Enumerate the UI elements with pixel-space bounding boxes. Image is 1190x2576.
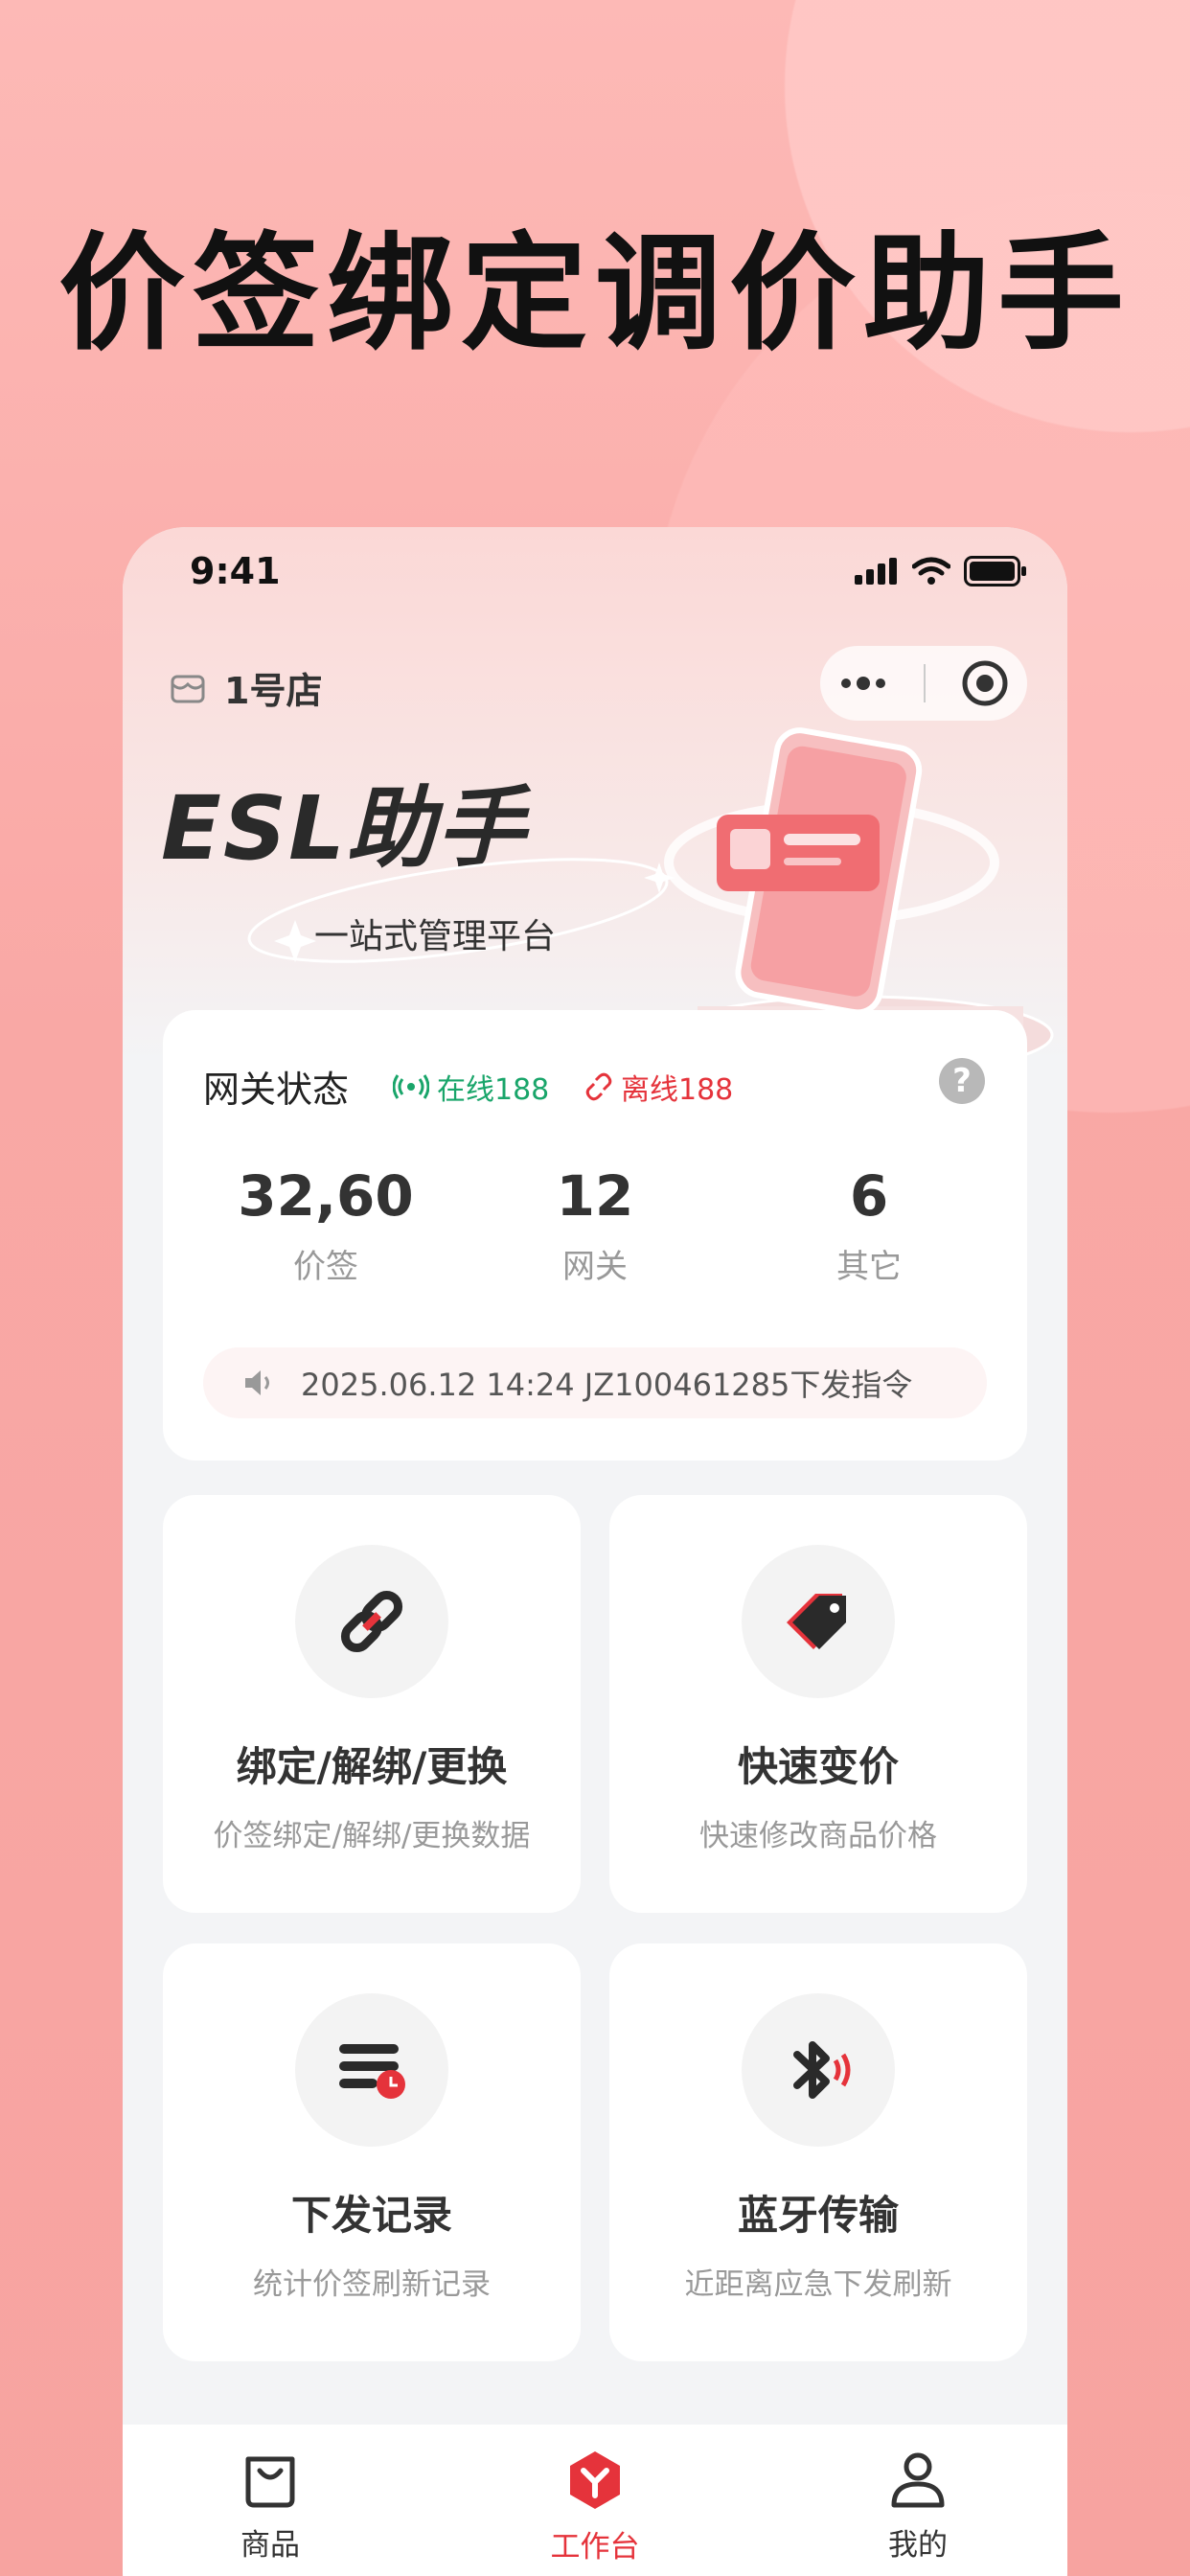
gateway-online[interactable]: 在线188 bbox=[393, 1066, 549, 1108]
stat-value: 12 bbox=[556, 1163, 634, 1229]
tab-mine[interactable]: 我的 bbox=[822, 2450, 1014, 2564]
fn-desc: 近距离应急下发刷新 bbox=[684, 2267, 952, 2302]
fn-desc: 统计价签刷新记录 bbox=[253, 2267, 491, 2302]
fn-desc: 快速修改商品价格 bbox=[699, 1819, 937, 1853]
fn-title: 下发记录 bbox=[290, 2192, 452, 2239]
store-selector[interactable]: 1号店 bbox=[169, 661, 322, 714]
shopping-bag-icon bbox=[245, 2456, 295, 2508]
tab-label: 我的 bbox=[888, 2528, 948, 2563]
stat-other[interactable]: 6 其它 bbox=[744, 1163, 994, 1287]
tab-label: 工作台 bbox=[550, 2530, 640, 2564]
stat-label: 网关 bbox=[562, 1248, 628, 1286]
page-headline: 价签绑定调价助手 bbox=[58, 220, 1132, 368]
delivery-record-card[interactable]: 下发记录 统计价签刷新记录 bbox=[163, 1944, 581, 2361]
mini-program-capsule bbox=[820, 646, 1027, 721]
wifi-icon bbox=[912, 557, 950, 585]
help-icon[interactable]: ? bbox=[939, 1058, 985, 1104]
bluetooth-icon bbox=[793, 2041, 851, 2099]
signal-broadcast-icon bbox=[393, 1074, 429, 1099]
link-icon bbox=[340, 1590, 403, 1653]
fn-icon-background bbox=[295, 1993, 448, 2147]
fn-title: 蓝牙传输 bbox=[737, 2192, 899, 2239]
status-icons bbox=[855, 556, 1027, 586]
stat-value: 6 bbox=[849, 1163, 889, 1229]
price-tag-icon bbox=[787, 1594, 846, 1649]
battery-icon bbox=[964, 556, 1026, 586]
bottom-tabbar: 商品 工作台 我的 bbox=[123, 2425, 1067, 2576]
fn-icon-background bbox=[742, 1993, 895, 2147]
phone-frame: 9:41 1号店 ESL助手 一站式管理平台 网关状态 在线188 离线188 … bbox=[123, 527, 1067, 2576]
offline-count: 离线188 bbox=[621, 1073, 734, 1107]
stat-price-tags[interactable]: 32,60 价签 bbox=[201, 1163, 450, 1287]
fn-title: 绑定/解绑/更换 bbox=[236, 1743, 508, 1790]
capsule-divider bbox=[923, 664, 926, 702]
stat-gateways[interactable]: 12 网关 bbox=[470, 1163, 720, 1287]
brand-subtitle: 一站式管理平台 bbox=[314, 917, 557, 956]
quick-price-change-card[interactable]: 快速变价 快速修改商品价格 bbox=[609, 1495, 1027, 1913]
gateway-status-card: 网关状态 在线188 离线188 ? 32,60 价签 12 网关 6 其它 2… bbox=[163, 1010, 1027, 1460]
status-time: 9:41 bbox=[190, 550, 281, 592]
store-name: 1号店 bbox=[224, 670, 323, 712]
speaker-icon bbox=[245, 1370, 269, 1395]
workbench-icon bbox=[570, 2451, 620, 2509]
gateway-offline[interactable]: 离线188 bbox=[584, 1066, 733, 1108]
bind-unbind-card[interactable]: 绑定/解绑/更换 价签绑定/解绑/更换数据 bbox=[163, 1495, 581, 1913]
online-count: 在线188 bbox=[437, 1073, 550, 1107]
status-bar: 9:41 bbox=[123, 527, 1067, 615]
close-target-icon[interactable] bbox=[961, 659, 1009, 707]
stat-label: 价签 bbox=[293, 1248, 358, 1286]
broken-link-icon bbox=[585, 1072, 612, 1101]
record-icon bbox=[339, 2044, 405, 2099]
fn-title: 快速变价 bbox=[737, 1743, 899, 1790]
tab-goods[interactable]: 商品 bbox=[174, 2450, 366, 2564]
stat-value: 32,60 bbox=[238, 1163, 414, 1229]
bluetooth-transfer-card[interactable]: 蓝牙传输 近距离应急下发刷新 bbox=[609, 1944, 1027, 2361]
fn-icon-background bbox=[295, 1545, 448, 1698]
notice-bar[interactable]: 2025.06.12 14:24 JZ100461285下发指令 bbox=[203, 1347, 987, 1418]
tab-workbench[interactable]: 工作台 bbox=[499, 2450, 691, 2565]
more-icon[interactable] bbox=[838, 674, 888, 693]
store-icon bbox=[171, 675, 205, 702]
fn-icon-background bbox=[742, 1545, 895, 1698]
signal-icon bbox=[855, 558, 897, 585]
gateway-title: 网关状态 bbox=[203, 1069, 350, 1111]
user-icon bbox=[891, 2452, 945, 2508]
notice-text: 2025.06.12 14:24 JZ100461285下发指令 bbox=[301, 1367, 913, 1403]
tab-label: 商品 bbox=[240, 2528, 300, 2563]
fn-desc: 价签绑定/解绑/更换数据 bbox=[213, 1819, 531, 1853]
stat-label: 其它 bbox=[836, 1248, 902, 1286]
